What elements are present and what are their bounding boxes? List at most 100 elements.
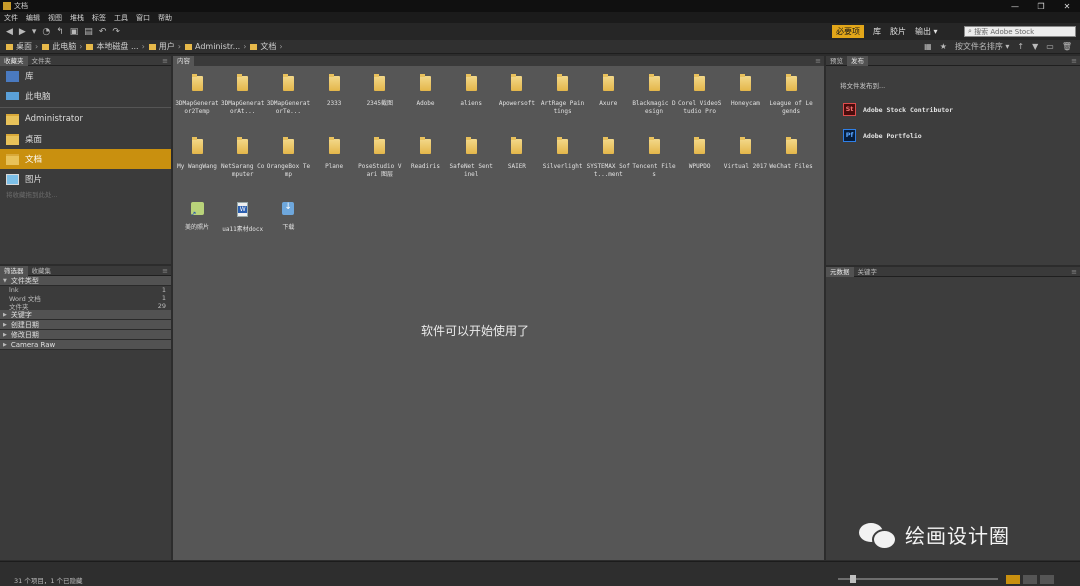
file-item[interactable]: 3DMapGeneratorTe... [265, 74, 311, 116]
file-item[interactable]: 3DMapGeneratorAt... [220, 74, 266, 116]
workspace-filmstrip[interactable]: 胶片 [890, 26, 906, 37]
file-item[interactable]: SafeNet Sentinel [448, 137, 494, 179]
filter-section-modified[interactable]: ▶ 修改日期 [0, 330, 171, 340]
menu-edit[interactable]: 编辑 [26, 13, 40, 23]
chevron-right-icon[interactable]: › [79, 42, 82, 51]
tab-collections[interactable]: 收藏集 [28, 266, 56, 276]
sort-dropdown[interactable]: 按文件名排序 ▾ [955, 41, 1010, 52]
panel-menu-icon[interactable]: ≡ [1071, 268, 1080, 276]
panel-menu-icon[interactable]: ≡ [162, 267, 171, 275]
breadcrumb-administrator[interactable]: Administr... [184, 42, 240, 51]
search-input[interactable]: ⌕ 搜索 Adobe Stock [964, 26, 1076, 37]
panel-menu-icon[interactable]: ≡ [162, 57, 171, 65]
publish-adobe-stock[interactable]: St Adobe Stock Contributor [826, 103, 1080, 116]
close-button[interactable]: ✕ [1054, 2, 1080, 11]
tab-keywords[interactable]: 关键字 [854, 267, 882, 277]
breadcrumb-documents[interactable]: 文档 [250, 41, 276, 52]
return-icon[interactable]: ↰ [56, 27, 64, 37]
forward-icon[interactable]: ▶ [19, 27, 26, 37]
chevron-right-icon[interactable]: › [243, 42, 246, 51]
file-item[interactable]: Silverlight [540, 137, 586, 171]
chevron-right-icon[interactable]: › [142, 42, 145, 51]
slider-handle[interactable] [850, 575, 856, 583]
panel-menu-icon[interactable]: ≡ [815, 57, 824, 65]
file-item[interactable]: PoseStudio Vari 图层 [357, 137, 403, 179]
file-item[interactable]: League of Legends [768, 74, 814, 116]
file-item[interactable]: Readiris [403, 137, 449, 171]
file-item[interactable]: NetSarang Computer [220, 137, 266, 179]
file-item[interactable]: Corel VideoStudio Pro [677, 74, 723, 116]
tab-folders[interactable]: 文件夹 [28, 56, 56, 66]
file-item[interactable]: ua11素材docx [220, 202, 266, 234]
file-item[interactable]: 美的照片 [174, 202, 220, 232]
file-item[interactable]: My WangWang [174, 137, 220, 171]
file-item[interactable]: Plane [311, 137, 357, 171]
maximize-button[interactable]: ❐ [1028, 2, 1054, 11]
file-item[interactable]: aliens [448, 74, 494, 108]
file-item[interactable]: ArtRage Paintings [540, 74, 586, 116]
file-item[interactable]: 3DMapGenerator2Temp [174, 74, 220, 116]
tab-filter[interactable]: 筛选器 [0, 265, 28, 276]
favorite-administrator[interactable]: Administrator [0, 109, 171, 129]
batch-icon[interactable]: ▤ [84, 27, 93, 37]
workspace-libraries[interactable]: 库 [873, 26, 881, 37]
ascending-icon[interactable]: ↑ [1017, 42, 1024, 51]
dropdown-icon[interactable]: ▾ [32, 27, 37, 37]
breadcrumb-desktop[interactable]: 桌面 [6, 41, 32, 52]
tab-publish[interactable]: 发布 [847, 55, 868, 66]
tab-favorites[interactable]: 收藏夹 [0, 55, 28, 66]
back-icon[interactable]: ◀ [6, 27, 13, 37]
file-item[interactable]: Axure [585, 74, 631, 108]
file-item[interactable]: Apowersoft [494, 74, 540, 108]
file-item[interactable]: Adobe [403, 74, 449, 108]
menu-view[interactable]: 视图 [48, 13, 62, 23]
favorite-documents[interactable]: 文档 [0, 149, 171, 169]
chevron-right-icon[interactable]: › [279, 42, 282, 51]
new-folder-icon[interactable]: ▭ [1046, 42, 1054, 51]
workspace-output[interactable]: 输出 ▾ [915, 26, 938, 37]
file-item[interactable]: Honeycam [722, 74, 768, 108]
favorite-library[interactable]: 库 [0, 66, 171, 86]
menu-window[interactable]: 窗口 [136, 13, 150, 23]
rotate-right-icon[interactable]: ↷ [112, 27, 120, 37]
thumbnail-size-slider[interactable] [838, 578, 998, 580]
file-item[interactable]: WeChat Files [768, 137, 814, 171]
tab-preview[interactable]: 预览 [826, 56, 847, 66]
file-item[interactable]: 2333 [311, 74, 357, 108]
recent-folder-icon[interactable]: ◔ [42, 27, 50, 37]
panel-menu-icon[interactable]: ≡ [1071, 57, 1080, 65]
breadcrumb-users[interactable]: 用户 [148, 41, 175, 52]
menu-tools[interactable]: 工具 [114, 13, 128, 23]
file-item[interactable]: Virtual 2017 [722, 137, 768, 171]
chevron-right-icon[interactable]: › [178, 42, 181, 51]
file-item[interactable]: OrangeBox Temp [265, 137, 311, 179]
star-icon[interactable]: ★ [940, 42, 947, 51]
breadcrumb-local-disk[interactable]: 本地磁盘 ... [86, 41, 139, 52]
trash-icon[interactable]: 🗑 [1062, 42, 1072, 51]
menu-file[interactable]: 文件 [4, 13, 18, 23]
menu-help[interactable]: 帮助 [158, 13, 172, 23]
file-item[interactable]: WPUPDO [677, 137, 723, 171]
filter-section-created[interactable]: ▶ 创建日期 [0, 320, 171, 330]
file-item[interactable]: 下载 [265, 202, 311, 232]
list-view-button[interactable] [1040, 575, 1054, 584]
rotate-left-icon[interactable]: ↶ [99, 27, 107, 37]
file-item[interactable]: Blackmagic Design [631, 74, 677, 116]
favorite-this-pc[interactable]: 此电脑 [0, 86, 171, 106]
camera-icon[interactable]: ▣ [70, 27, 79, 37]
filter-section-keywords[interactable]: ▶ 关键字 [0, 310, 171, 320]
breadcrumb-this-pc[interactable]: 此电脑 [42, 41, 76, 52]
menu-stack[interactable]: 堆栈 [70, 13, 84, 23]
filter-icon[interactable]: ▼ [1032, 42, 1038, 51]
thumbnail-view-button[interactable] [1006, 575, 1020, 584]
menu-label[interactable]: 标签 [92, 13, 106, 23]
file-item[interactable]: Tencent Files [631, 137, 677, 179]
file-item[interactable]: SYSTEMAX Soft...ment [585, 137, 631, 179]
tab-metadata[interactable]: 元数据 [826, 266, 854, 277]
filter-section-file-type[interactable]: ▼ 文件类型 [0, 276, 171, 286]
filter-section-camera-raw[interactable]: ▶ Camera Raw [0, 340, 171, 350]
chevron-right-icon[interactable]: › [35, 42, 38, 51]
favorite-pictures[interactable]: 图片 [0, 169, 171, 189]
minimize-button[interactable]: — [1002, 2, 1028, 11]
workspace-essentials[interactable]: 必要项 [832, 25, 864, 38]
